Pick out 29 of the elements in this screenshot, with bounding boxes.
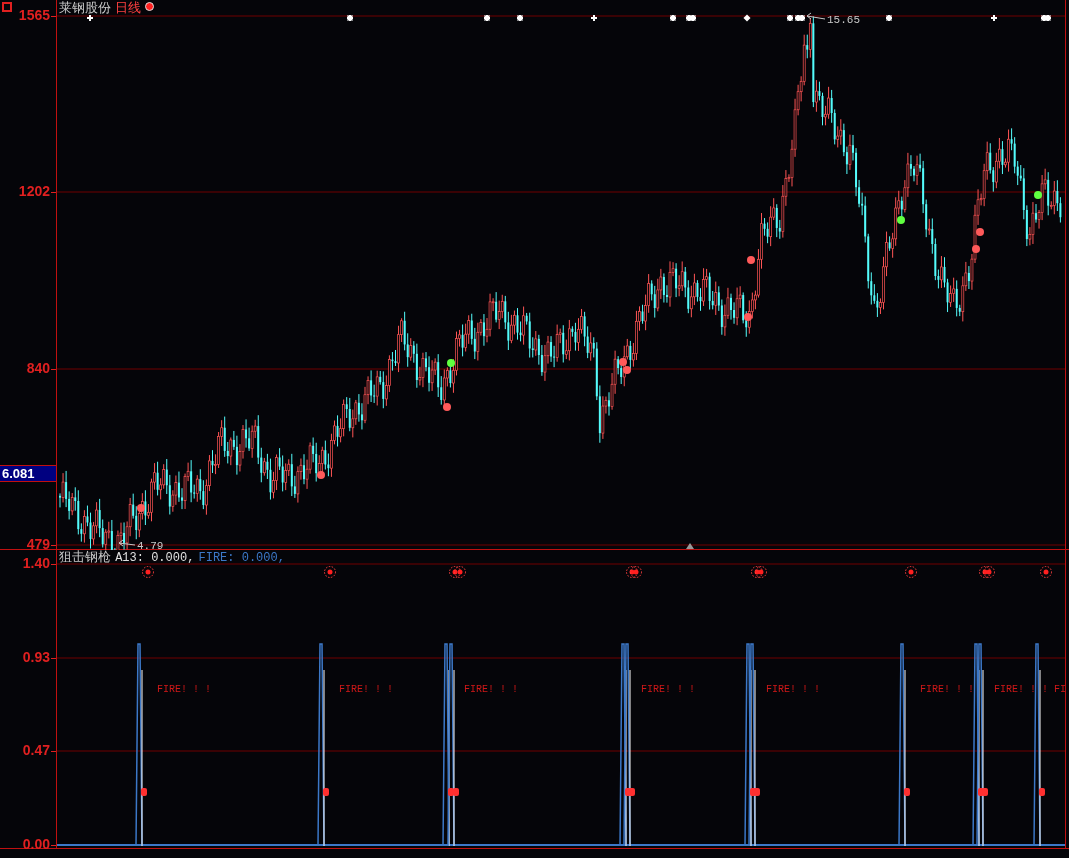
indicator-axis-label: 1.40: [22, 555, 50, 571]
stock-name: 莱钢股份: [59, 0, 111, 15]
signal-label: FIRE! ! !: [157, 684, 211, 695]
signal-label: FIRE! ! !: [641, 684, 695, 695]
leader-line: [806, 12, 826, 20]
signal-label: FIRE! ! !: [464, 684, 518, 695]
scroll-marker-icon: [686, 543, 694, 549]
status-dot-icon: [145, 2, 155, 11]
indicator-axis-label: 0.47: [22, 742, 50, 758]
price-axis-label: 479: [26, 536, 50, 552]
indicator-axis-label: 0.93: [22, 649, 50, 665]
window-icon[interactable]: [2, 2, 12, 12]
price-axis-label: 1565: [18, 7, 50, 23]
period-label: 日线: [115, 0, 142, 15]
current-price-label: 6.081: [0, 465, 56, 482]
leader-line: [118, 539, 136, 547]
indicator-value: FIRE: 0.000,: [198, 551, 285, 565]
signal-label: FIRE! ! !: [994, 684, 1048, 695]
indicator-axis-label: 0.00: [22, 836, 50, 852]
signal-label: FIRE! ! !: [339, 684, 393, 695]
price-axis-label: 840: [26, 360, 50, 376]
indicator-value: A13: 0.000,: [115, 551, 195, 565]
indicator-name: 狙击钢枪: [59, 549, 111, 564]
signal-label: FIRE! ! !: [920, 684, 974, 695]
high-price-label: 15.65: [827, 14, 860, 26]
signal-label: FI: [1054, 684, 1065, 695]
price-axis-label: 1202: [18, 183, 50, 199]
signal-label: FIRE! ! !: [766, 684, 820, 695]
low-price-label: 4.79: [137, 540, 164, 550]
